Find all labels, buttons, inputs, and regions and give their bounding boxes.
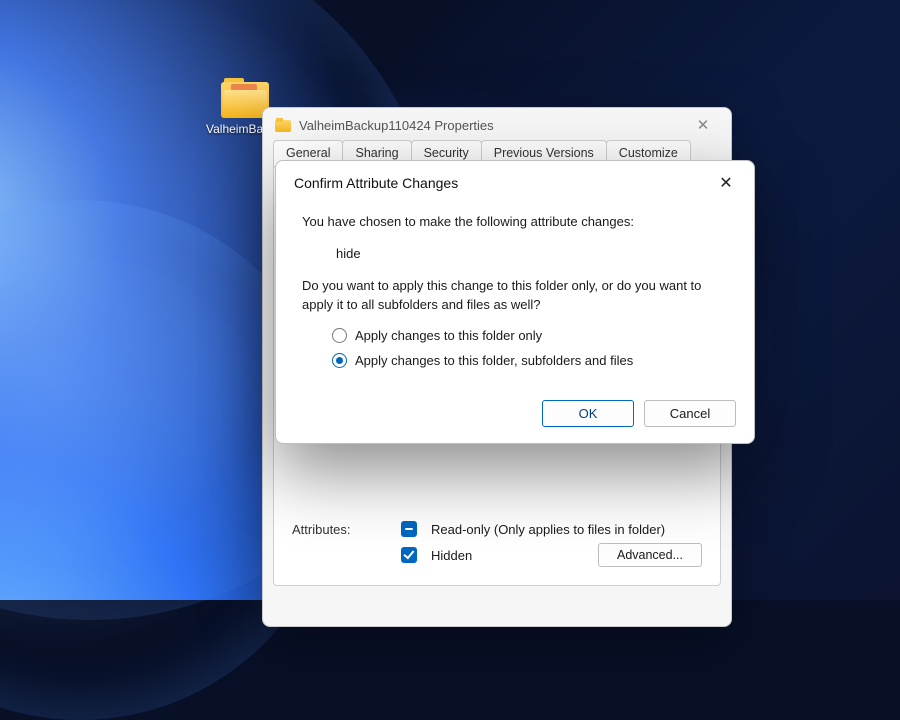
radio-icon: [332, 353, 347, 368]
attributes-label: Attributes:: [292, 522, 387, 537]
radio-label-recursive: Apply changes to this folder, subfolders…: [355, 353, 633, 368]
confirm-question: Do you want to apply this change to this…: [302, 277, 728, 313]
confirm-change: hide: [336, 245, 728, 263]
close-icon[interactable]: ✕: [685, 116, 721, 134]
radio-label-folder-only: Apply changes to this folder only: [355, 328, 542, 343]
hidden-label: Hidden: [431, 548, 472, 563]
confirm-titlebar[interactable]: Confirm Attribute Changes ✕: [276, 161, 754, 201]
confirm-intro: You have chosen to make the following at…: [302, 213, 728, 231]
properties-titlebar[interactable]: ValheimBackup110424 Properties ✕: [263, 108, 731, 140]
checkbox-readonly[interactable]: [401, 521, 417, 537]
confirm-dialog: Confirm Attribute Changes ✕ You have cho…: [275, 160, 755, 444]
advanced-button[interactable]: Advanced...: [598, 543, 702, 567]
properties-title: ValheimBackup110424 Properties: [299, 118, 494, 133]
radio-icon: [332, 328, 347, 343]
radio-option-recursive[interactable]: Apply changes to this folder, subfolders…: [332, 353, 728, 368]
checkbox-hidden[interactable]: [401, 547, 417, 563]
close-icon[interactable]: ✕: [708, 173, 744, 193]
cancel-button[interactable]: Cancel: [644, 400, 736, 427]
radio-option-folder-only[interactable]: Apply changes to this folder only: [332, 328, 728, 343]
confirm-title: Confirm Attribute Changes: [294, 175, 458, 191]
folder-icon: [275, 118, 291, 132]
readonly-label: Read-only (Only applies to files in fold…: [431, 522, 665, 537]
ok-button[interactable]: OK: [542, 400, 634, 427]
